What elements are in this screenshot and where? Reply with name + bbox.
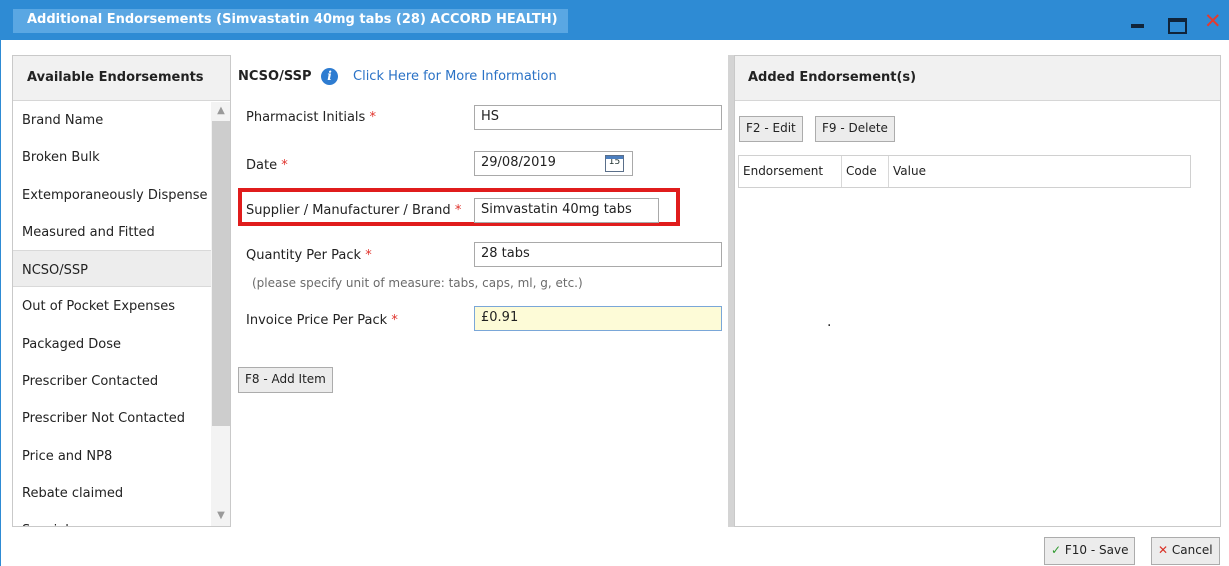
endorsement-item-rebate-claimed[interactable]: Rebate claimed [13,474,230,511]
added-endorsements-panel: Added Endorsement(s) F2 - Edit F9 - Dele… [734,55,1221,527]
supplier-input[interactable]: Simvastatin 40mg tabs [474,198,659,223]
delete-button[interactable]: F9 - Delete [815,116,895,142]
required-mark: * [365,248,372,263]
endorsement-item-extemporaneously-dispense[interactable]: Extemporaneously Dispense [13,176,230,213]
scrollbar-thumb[interactable] [212,121,230,426]
date-input[interactable]: 29/08/2019 15 [474,151,633,176]
supplier-label: Supplier / Manufacturer / Brand * [246,203,461,218]
required-mark: * [369,110,376,125]
endorsement-list-scrollbar[interactable]: ▲ ▼ [211,102,230,526]
pharmacist-initials-label-text: Pharmacist Initials [246,110,366,125]
supplier-label-text: Supplier / Manufacturer / Brand [246,203,451,218]
endorsement-item-brand-name[interactable]: Brand Name [13,101,230,138]
required-mark: * [454,203,462,218]
endorsement-list: Brand Name Broken Bulk Extemporaneously … [13,101,230,526]
invoice-price-label: Invoice Price Per Pack * [246,313,398,328]
title-bar: Additional Endorsements (Simvastatin 40m… [1,0,1229,40]
column-code[interactable]: Code [842,156,889,187]
checkmark-icon: ✓ [1051,543,1062,557]
pharmacist-initials-label: Pharmacist Initials * [246,110,376,125]
endorsement-item-specials[interactable]: Specials [13,511,230,526]
add-item-button[interactable]: F8 - Add Item [238,367,333,393]
quantity-input[interactable]: 28 tabs [474,242,722,267]
scroll-down-icon[interactable]: ▼ [215,510,227,522]
quantity-label-text: Quantity Per Pack [246,248,362,263]
endorsements-grid-header: Endorsement Code Value [738,155,1191,188]
available-endorsements-panel: Available Endorsements Brand Name Broken… [12,55,231,527]
date-label-text: Date [246,158,278,173]
endorsement-form-panel: NCSO/SSP i Click Here for More Informati… [232,55,728,527]
window-title: Additional Endorsements (Simvastatin 40m… [13,9,568,33]
column-endorsement[interactable]: Endorsement [739,156,842,187]
pharmacist-initials-input[interactable]: HS [474,105,722,130]
endorsement-item-measured-and-fitted[interactable]: Measured and Fitted [13,213,230,250]
required-mark: * [391,313,398,328]
endorsements-window: Additional Endorsements (Simvastatin 40m… [0,0,1229,566]
cancel-button[interactable]: ✕ Cancel [1151,537,1220,565]
quantity-label: Quantity Per Pack * [246,248,372,263]
endorsement-item-broken-bulk[interactable]: Broken Bulk [13,138,230,175]
endorsement-item-ncso-ssp[interactable]: NCSO/SSP [13,250,230,288]
calendar-icon[interactable]: 15 [605,155,624,172]
column-value[interactable]: Value [889,156,1190,187]
invoice-price-input[interactable]: £0.91 [474,306,722,331]
grid-dot: · [827,318,832,334]
endorsement-item-packaged-dose[interactable]: Packaged Dose [13,325,230,362]
more-info-link[interactable]: Click Here for More Information [353,69,557,84]
endorsement-item-prescriber-contacted[interactable]: Prescriber Contacted [13,362,230,399]
endorsement-item-price-and-np8[interactable]: Price and NP8 [13,437,230,474]
endorsement-item-prescriber-not-contacted[interactable]: Prescriber Not Contacted [13,399,230,436]
cancel-button-label: Cancel [1171,543,1213,557]
maximize-icon[interactable] [1167,12,1187,34]
quantity-hint: (please specify unit of measure: tabs, c… [252,276,583,290]
available-endorsements-header: Available Endorsements [13,56,230,101]
close-icon[interactable]: ✕ [1204,11,1222,32]
endorsement-item-out-of-pocket[interactable]: Out of Pocket Expenses [13,287,230,324]
required-mark: * [281,158,288,173]
form-title: NCSO/SSP [238,69,312,84]
added-endorsements-header: Added Endorsement(s) [735,56,1220,101]
date-value: 29/08/2019 [481,155,556,170]
cancel-icon: ✕ [1158,543,1169,557]
date-label: Date * [246,158,288,173]
edit-button[interactable]: F2 - Edit [739,116,803,142]
invoice-price-label-text: Invoice Price Per Pack [246,313,388,328]
minimize-icon[interactable] [1129,12,1147,30]
save-button[interactable]: ✓ F10 - Save [1044,537,1136,565]
info-icon[interactable]: i [321,68,338,85]
save-button-label: F10 - Save [1064,543,1129,557]
scroll-up-icon[interactable]: ▲ [215,105,227,117]
